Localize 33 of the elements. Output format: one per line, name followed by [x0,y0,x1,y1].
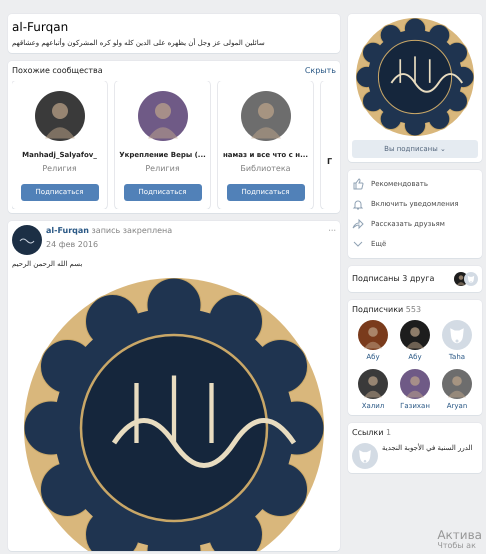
more-menu[interactable]: ··· [328,225,336,237]
follower-avatar [400,320,430,350]
community-category: Религия [42,163,77,175]
bell-icon [352,198,364,210]
pinned-note: запись закреплена [92,226,172,235]
followers-title: Подписчики [352,305,404,314]
hide-link[interactable]: Скрыть [304,64,336,76]
community-avatar [34,90,84,140]
default-avatar-icon [442,320,472,350]
author-link[interactable]: al-Furqan [46,226,89,235]
follower-avatar [358,368,388,398]
community-avatar [240,90,290,140]
links-count: 1 [386,428,392,437]
community-avatar [138,90,188,140]
community-category: Библиотека [240,163,291,175]
activation-title: Актива [437,529,482,542]
friend-avatar [464,272,478,286]
follower-avatar [358,320,388,350]
community-name[interactable]: Г [327,156,336,168]
followers-count: 553 [406,305,422,314]
share-arrow-icon [352,218,364,230]
activation-text: Чтобы ак [437,542,477,551]
follower-avatar [400,368,430,398]
thumb-up-icon [352,178,364,190]
links-title: Ссылки [352,428,384,437]
follower-avatar [442,368,472,398]
section-title: Похожие сообщества [12,64,103,76]
default-avatar-icon [352,443,378,469]
friends-label[interactable]: Подписаны 3 друга [352,273,434,285]
post-date[interactable]: 24 фев 2016 [46,239,324,251]
community-category: Религия [145,163,180,175]
author-avatar [12,225,42,255]
community-title: al-Furqan [12,19,70,36]
